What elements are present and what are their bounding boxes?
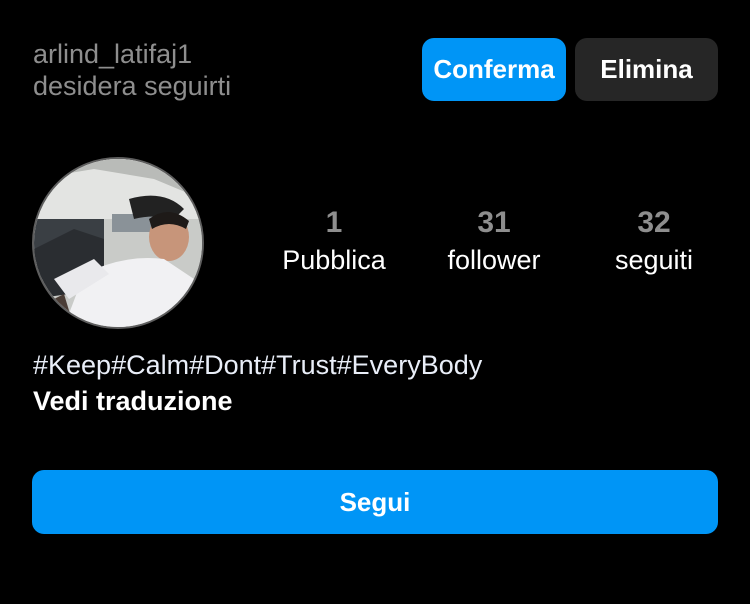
follow-request-text: arlind_latifaj1 desidera seguirti [33, 38, 231, 102]
see-translation-link[interactable]: Vedi traduzione [33, 384, 233, 418]
posts-count: 1 [325, 206, 343, 239]
followers-label: follower [447, 245, 541, 275]
avatar-photo [34, 159, 202, 327]
avatar[interactable] [32, 157, 204, 329]
request-username[interactable]: arlind_latifaj1 [33, 38, 231, 70]
stat-posts[interactable]: 1 Pubblica [259, 205, 409, 277]
delete-button[interactable]: Elimina [575, 38, 718, 101]
stat-followers[interactable]: 31 follower [419, 205, 569, 277]
following-count: 32 [637, 206, 671, 239]
confirm-button[interactable]: Conferma [422, 38, 566, 101]
profile-bio: #Keep#Calm#Dont#Trust#EveryBody [33, 350, 483, 380]
stat-following[interactable]: 32 seguiti [579, 205, 729, 277]
follow-button[interactable]: Segui [32, 470, 718, 534]
followers-count: 31 [477, 206, 511, 239]
following-label: seguiti [614, 245, 694, 275]
posts-label: Pubblica [282, 245, 386, 275]
request-message: desidera seguirti [33, 71, 232, 101]
